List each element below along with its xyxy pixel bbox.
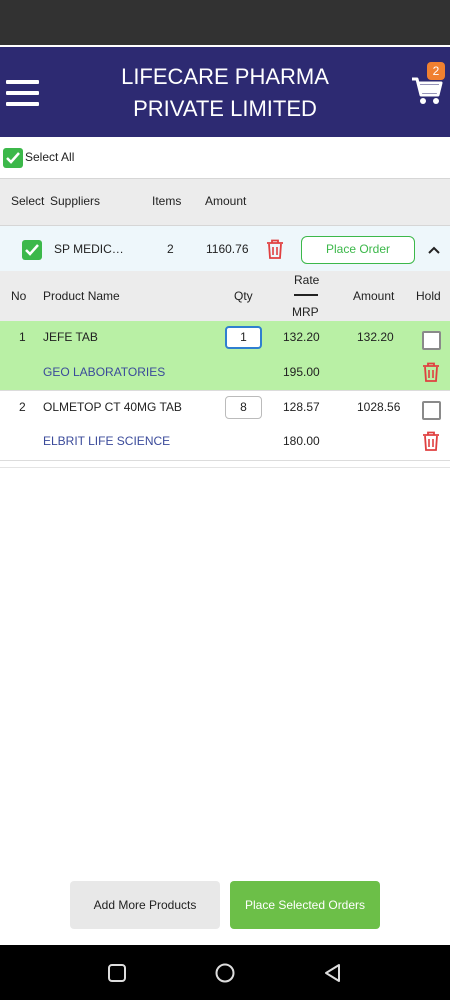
supplier-checkbox[interactable] xyxy=(22,240,42,260)
android-nav-bar xyxy=(0,945,450,1000)
manufacturer: GEO LABORATORIES xyxy=(43,365,166,379)
product-mrp: 195.00 xyxy=(283,365,320,379)
product-row: 1 JEFE TAB 1 132.20 132.20 GEO LABORATOR… xyxy=(0,321,450,391)
rate-mrp-divider xyxy=(294,294,318,296)
select-all-label: Select All xyxy=(25,150,75,164)
product-name: OLMETOP CT 40MG TAB xyxy=(43,400,182,414)
col-rate: Rate xyxy=(294,273,320,287)
status-bar xyxy=(0,0,450,45)
col-amount: Amount xyxy=(205,194,247,208)
supplier-amount: 1160.76 xyxy=(206,242,249,256)
col-qty: Qty xyxy=(234,289,253,303)
select-all-row[interactable]: Select All xyxy=(0,138,450,178)
back-icon[interactable] xyxy=(323,963,343,988)
suppliers-table-header: Select Suppliers Items Amount xyxy=(0,178,450,226)
supplier-items: 2 xyxy=(167,242,174,256)
col-hold: Hold xyxy=(416,289,441,303)
col-items: Items xyxy=(152,194,182,208)
company-title: LIFECARE PHARMA PRIVATE LIMITED xyxy=(85,61,365,125)
recents-icon[interactable] xyxy=(107,963,127,988)
product-amount: 1028.56 xyxy=(357,400,401,414)
delete-product-icon[interactable] xyxy=(422,431,440,451)
product-amount: 132.20 xyxy=(357,330,394,344)
supplier-name: SP MEDIC… xyxy=(54,242,124,256)
product-row: 2 OLMETOP CT 40MG TAB 8 128.57 1028.56 E… xyxy=(0,391,450,461)
hold-checkbox[interactable] xyxy=(422,331,441,350)
product-no: 2 xyxy=(19,400,26,414)
place-selected-orders-button[interactable]: Place Selected Orders xyxy=(230,881,380,929)
divider xyxy=(0,467,450,468)
hold-checkbox[interactable] xyxy=(422,401,441,420)
product-rate: 132.20 xyxy=(283,330,320,344)
product-no: 1 xyxy=(19,330,26,344)
delete-supplier-icon[interactable] xyxy=(266,239,284,259)
place-order-button[interactable]: Place Order xyxy=(301,236,415,264)
home-icon[interactable] xyxy=(214,963,236,990)
product-rate: 128.57 xyxy=(283,400,320,414)
chevron-up-icon[interactable] xyxy=(426,242,442,258)
manufacturer: ELBRIT LIFE SCIENCE xyxy=(43,434,171,448)
product-mrp: 180.00 xyxy=(283,434,320,448)
qty-input[interactable]: 8 xyxy=(225,396,262,419)
select-all-checkbox[interactable] xyxy=(3,148,23,168)
col-no: No xyxy=(11,289,27,303)
product-name: JEFE TAB xyxy=(43,330,98,344)
menu-icon[interactable] xyxy=(6,80,39,106)
cart-count-badge: 2 xyxy=(427,62,445,80)
col-mrp: MRP xyxy=(292,305,319,319)
col-select: Select xyxy=(11,194,45,208)
products-table-header: No Product Name Qty Rate MRP Amount Hold xyxy=(0,271,450,321)
add-more-products-button[interactable]: Add More Products xyxy=(70,881,220,929)
delete-product-icon[interactable] xyxy=(422,362,440,382)
col-suppliers: Suppliers xyxy=(50,194,101,208)
title-line-2: PRIVATE LIMITED xyxy=(133,96,317,121)
app-header: LIFECARE PHARMA PRIVATE LIMITED xyxy=(0,45,450,137)
col-product-name: Product Name xyxy=(43,289,120,303)
title-line-1: LIFECARE PHARMA xyxy=(121,64,329,89)
qty-input[interactable]: 1 xyxy=(225,326,262,349)
col-amount: Amount xyxy=(353,289,395,303)
